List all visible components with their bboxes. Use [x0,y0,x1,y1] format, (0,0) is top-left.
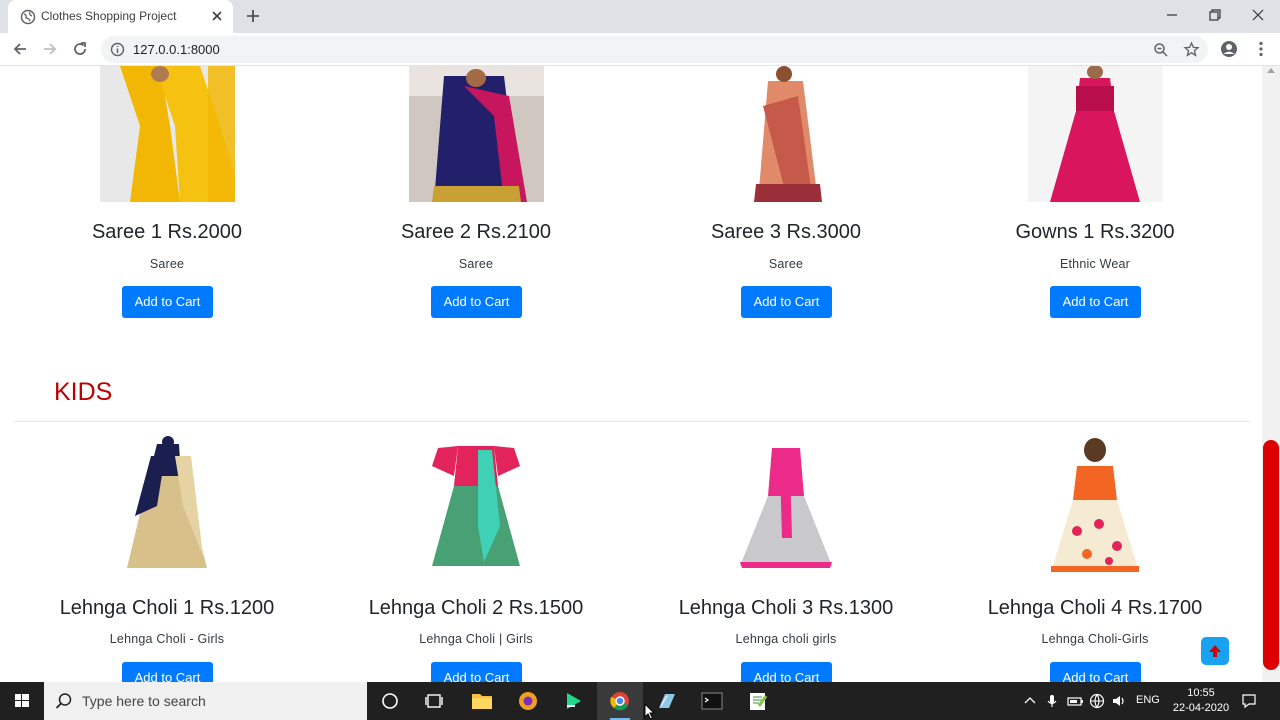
product-category: Saree [458,257,494,271]
product-name: Saree 3 Rs.3000 [710,221,862,243]
product-name: Saree 2 Rs.2100 [400,221,552,243]
globe-icon [20,9,36,25]
network-globe-icon[interactable] [1088,692,1106,710]
task-view-icon[interactable] [411,682,457,720]
add-to-cart-button[interactable]: Add to Cart [431,662,522,682]
add-to-cart-button[interactable]: Add to Cart [122,286,213,318]
product-image [1027,436,1163,572]
pycharm-icon[interactable] [551,682,597,720]
scroll-thumb[interactable] [1263,440,1279,670]
add-to-cart-button[interactable]: Add to Cart [1050,662,1141,682]
terminal-icon[interactable] [689,682,735,720]
language-indicator[interactable]: ENG [1136,694,1160,706]
product-image [718,436,854,572]
app-circle-icon[interactable] [505,682,551,720]
profile-icon[interactable] [1220,40,1238,58]
product-name: Lehnga Choli 1 Rs.1200 [59,597,275,619]
browser-tab[interactable]: Clothes Shopping Project [8,0,233,33]
tab-strip: Clothes Shopping Project [0,0,1280,33]
product-name: Gowns 1 Rs.3200 [1015,221,1175,243]
product-image [99,436,235,572]
menu-dots-icon[interactable] [1252,40,1270,58]
product-category: Saree [149,257,185,271]
product-name: Lehnga Choli 3 Rs.1300 [678,597,894,619]
file-explorer-icon[interactable] [459,682,505,720]
close-icon[interactable] [209,8,225,24]
page-viewport: Saree 1 Rs.2000 Saree Add to Cart Saree … [0,66,1262,682]
product-category: Lehnga Choli | Girls [419,632,533,646]
scroll-up-arrow-icon[interactable] [1267,68,1275,73]
clock-time: 10:55 [1187,687,1215,699]
chrome-icon[interactable] [597,682,643,720]
product-category: Ethnic Wear [1059,257,1131,271]
url-text: 127.0.0.1:8000 [133,42,220,57]
mouse-cursor-icon [644,703,656,720]
back-arrow-icon[interactable] [11,40,29,58]
product-name: Lehnga Choli 2 Rs.1500 [368,597,584,619]
forward-arrow-icon[interactable] [41,40,59,58]
microphone-icon[interactable] [1043,692,1061,710]
clock-date: 22-04-2020 [1172,702,1230,714]
product-category: Lehnga choli girls [735,632,837,646]
product-name: Lehnga Choli 4 Rs.1700 [987,597,1203,619]
add-to-cart-button[interactable]: Add to Cart [741,662,832,682]
product-image [1028,66,1163,202]
product-image [408,436,544,572]
add-to-cart-button[interactable]: Add to Cart [1050,286,1141,318]
minimize-icon[interactable] [1163,6,1181,24]
notification-icon[interactable] [1240,692,1258,710]
bookmark-star-icon[interactable] [1183,41,1200,58]
new-tab-icon[interactable] [245,8,261,24]
divider [14,421,1250,422]
taskbar: Type here to search ENG 10:55 22-04-2020 [0,682,1280,720]
info-icon[interactable] [110,42,125,57]
reload-icon[interactable] [71,40,89,58]
arrow-up-icon [1209,645,1221,657]
product-image [100,66,235,202]
product-category: Lehnga Choli - Girls [109,632,225,646]
zoom-icon[interactable] [1153,42,1169,58]
tab-title: Clothes Shopping Project [41,9,177,23]
product-category: Lehnga Choli-Girls [1041,632,1149,646]
windows-start-icon[interactable] [0,682,44,720]
add-to-cart-button[interactable]: Add to Cart [431,286,522,318]
chevron-up-icon[interactable] [1021,692,1039,710]
restore-icon[interactable] [1206,6,1224,24]
notepad-plus-icon[interactable] [735,682,781,720]
product-image [718,66,854,202]
add-to-cart-button[interactable]: Add to Cart [741,286,832,318]
product-image [409,66,544,202]
product-category: Saree [768,257,804,271]
window-close-icon[interactable] [1249,6,1267,24]
browser-toolbar: 127.0.0.1:8000 [0,33,1280,66]
product-name: Saree 1 Rs.2000 [91,221,243,243]
address-bar[interactable]: 127.0.0.1:8000 [101,36,1208,63]
section-heading-kids: KIDS [54,378,113,406]
volume-icon[interactable] [1110,692,1128,710]
add-to-cart-button[interactable]: Add to Cart [122,662,213,682]
battery-icon[interactable] [1066,692,1084,710]
page-scrollbar[interactable] [1262,66,1280,682]
system-clock[interactable]: 10:55 22-04-2020 [1172,686,1230,716]
cortana-icon[interactable] [367,682,413,720]
search-placeholder: Type here to search [82,693,206,709]
taskbar-search-box[interactable]: Type here to search [44,682,367,720]
scroll-to-top-button[interactable] [1201,637,1229,665]
search-icon [55,693,72,709]
